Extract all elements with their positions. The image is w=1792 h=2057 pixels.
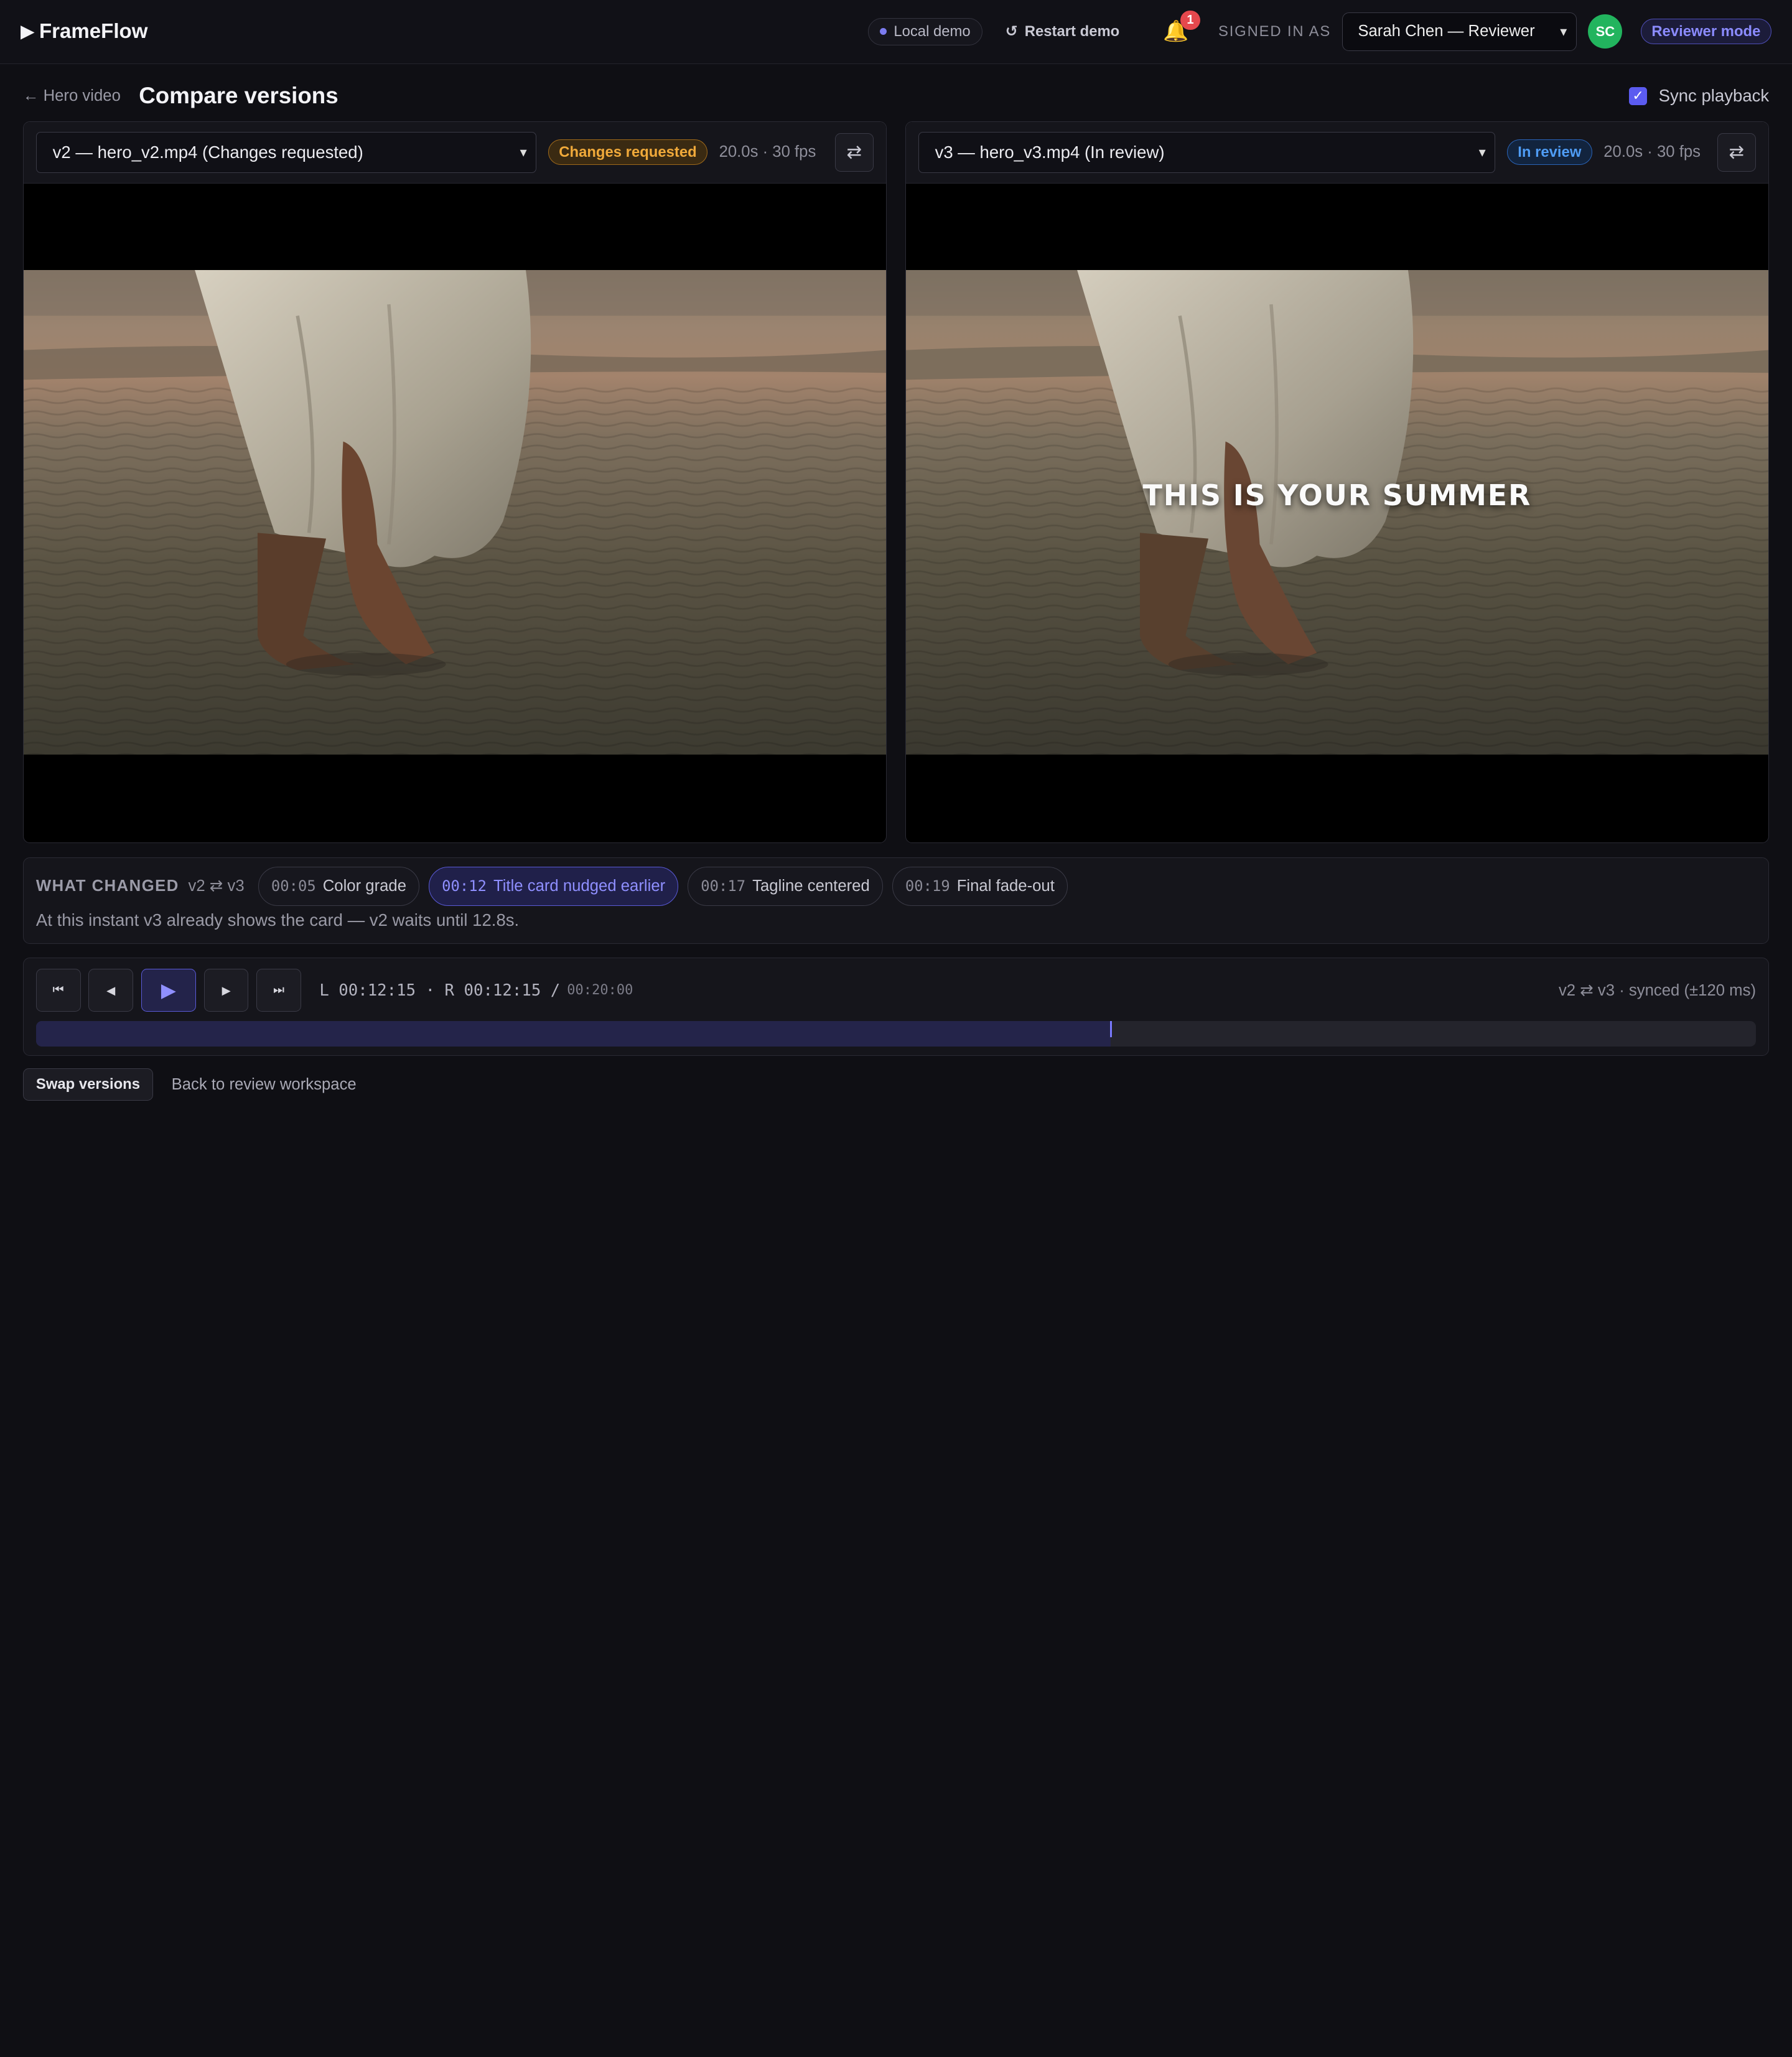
app: ▶ FrameFlow Local demo ↺ Restart demo 🔔 … — [0, 0, 1792, 1120]
change-label: Tagline centered — [752, 877, 870, 895]
what-changed-row: WHAT CHANGED v2 ⇄ v3 00:05 Color grade 00:… — [35, 867, 1756, 906]
left-video-meta: 20.0s · 30 fps — [719, 143, 816, 161]
right-video-frame[interactable] — [905, 270, 1769, 755]
notification-count-badge: 1 — [1180, 10, 1200, 30]
local-demo-label: Local demo — [894, 22, 971, 40]
left-video-panel: v2 — hero_v2.mp4 (Changes requested) ▾ C… — [22, 121, 887, 844]
brand-logo[interactable]: ▶ FrameFlow — [21, 20, 147, 44]
restart-icon: ↺ — [1005, 23, 1018, 40]
right-video-meta: 20.0s · 30 fps — [1603, 143, 1701, 161]
play-logo-icon: ▶ — [21, 21, 35, 42]
right-status-badge: In review — [1506, 139, 1592, 166]
change-chip[interactable]: 00:12 Title card nudged earlier — [428, 867, 679, 906]
right-version-select[interactable]: v3 — hero_v3.mp4 (In review) ▾ — [918, 131, 1496, 173]
left-tc-label: L — [319, 981, 329, 1000]
version-pair-label: v2 ⇄ v3 — [188, 877, 245, 895]
avatar[interactable]: SC — [1588, 14, 1623, 49]
sync-playback-label: Sync playback — [1658, 86, 1770, 106]
back-to-review-workspace-link[interactable]: Back to review workspace — [172, 1076, 357, 1094]
restart-demo-button[interactable]: ↺ Restart demo — [1006, 22, 1120, 40]
change-timecode: 00:19 — [905, 877, 950, 895]
right-timecode: 00:12:15 — [464, 981, 541, 1000]
change-chip[interactable]: 00:19 Final fade-out — [892, 867, 1068, 906]
left-video-frame[interactable] — [23, 270, 887, 755]
swap-versions-button[interactable]: Swap versions — [22, 1068, 154, 1101]
play-button[interactable]: ▶ — [141, 968, 197, 1012]
left-panel-header: v2 — hero_v2.mp4 (Changes requested) ▾ C… — [23, 121, 887, 184]
change-timecode: 00:05 — [271, 877, 316, 895]
sync-playback-toggle[interactable]: ✓ Sync playback — [1628, 86, 1770, 106]
left-version-select[interactable]: v2 — hero_v2.mp4 (Changes requested) ▾ — [35, 131, 537, 173]
user-select[interactable]: Sarah Chen — Reviewer ▾ — [1342, 12, 1577, 52]
change-label: Title card nudged earlier — [493, 877, 666, 895]
timeline-scrubber[interactable] — [35, 1021, 1757, 1047]
right-video-panel: v3 — hero_v3.mp4 (In review) ▾ In review… — [905, 121, 1770, 844]
left-swap-icon[interactable]: ⇄ — [834, 133, 874, 172]
tc-separator: · — [425, 981, 436, 1000]
page-title: Compare versions — [139, 83, 338, 109]
change-timecode: 00:17 — [701, 877, 746, 895]
local-demo-badge: Local demo — [867, 17, 983, 46]
change-label: Final fade-out — [956, 877, 1055, 895]
transport-bar: ⏮ ◀ ▶ ▶ ⏭ L 00:12:15 · R 00:12:15 / 00:2… — [22, 958, 1770, 1056]
status-dot-icon — [880, 28, 887, 35]
timecode-readout: L 00:12:15 · R 00:12:15 / — [319, 981, 560, 1000]
sync-status: v2 ⇄ v3 · synced (±120 ms) — [1558, 981, 1757, 999]
change-timecode: 00:12 — [442, 877, 487, 895]
change-chip[interactable]: 00:17 Tagline centered — [688, 867, 883, 906]
left-status-badge: Changes requested — [548, 139, 708, 166]
signed-in-label: SIGNED IN AS — [1218, 22, 1332, 40]
notifications-button[interactable]: 🔔 1 — [1163, 10, 1200, 44]
what-changed-note: At this instant v3 already shows the car… — [35, 910, 520, 930]
chevron-down-icon: ▾ — [520, 144, 527, 160]
what-changed-label: WHAT CHANGED — [35, 877, 179, 895]
left-version-value: v2 — hero_v2.mp4 (Changes requested) — [52, 142, 363, 162]
chevron-down-icon: ▾ — [1560, 23, 1567, 39]
chevron-down-icon: ▾ — [1478, 144, 1486, 160]
top-bar: ▶ FrameFlow Local demo ↺ Restart demo 🔔 … — [0, 0, 1792, 64]
beach-frame-image — [905, 270, 1769, 755]
playhead[interactable] — [1109, 1021, 1113, 1037]
skip-to-start-icon[interactable]: ⏮ — [35, 968, 81, 1012]
beach-frame-image — [23, 270, 887, 755]
sync-playback-checkbox[interactable]: ✓ — [1628, 86, 1648, 105]
back-to-hero-video-link[interactable]: ← Hero video — [23, 87, 121, 105]
total-duration: 00:20:00 — [567, 982, 633, 999]
footer-actions: Swap versions Back to review workspace — [22, 1068, 357, 1101]
what-changed-panel: WHAT CHANGED v2 ⇄ v3 00:05 Color grade 00:… — [22, 857, 1770, 945]
right-swap-icon[interactable]: ⇄ — [1717, 133, 1756, 172]
skip-to-end-icon[interactable]: ⏭ — [256, 968, 301, 1012]
user-select-value: Sarah Chen — Reviewer — [1358, 22, 1535, 40]
transport-controls: ⏮ ◀ ▶ ▶ ⏭ L 00:12:15 · R 00:12:15 / 00:2… — [35, 968, 1757, 1012]
right-panel-header: v3 — hero_v3.mp4 (In review) ▾ In review… — [905, 121, 1769, 184]
timeline-progress — [35, 1021, 1111, 1047]
right-tc-label: R — [444, 981, 455, 1000]
restart-demo-label: Restart demo — [1024, 22, 1120, 40]
change-label: Color grade — [322, 877, 407, 895]
right-version-value: v3 — hero_v3.mp4 (In review) — [935, 142, 1165, 162]
step-forward-icon[interactable]: ▶ — [203, 968, 249, 1012]
left-timecode: 00:12:15 — [338, 981, 416, 1000]
right-title-card-text: THIS IS YOUR SUMMER — [1142, 478, 1532, 512]
brand-name: FrameFlow — [39, 19, 148, 43]
step-back-icon[interactable]: ◀ — [88, 968, 134, 1012]
reviewer-mode-badge[interactable]: Reviewer mode — [1640, 19, 1771, 45]
change-chip[interactable]: 00:05 Color grade — [258, 867, 420, 906]
page-header: ← Hero video Compare versions ✓ Sync pla… — [23, 80, 1770, 112]
total-separator: / — [550, 981, 561, 1000]
